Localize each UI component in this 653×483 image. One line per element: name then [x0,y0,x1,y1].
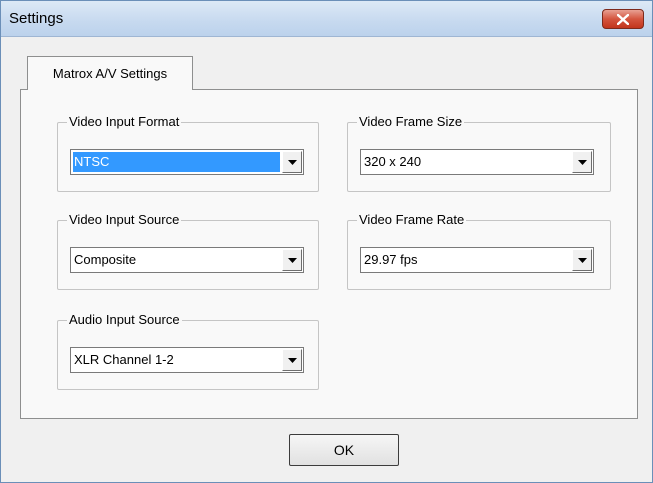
video-frame-size-group: Video Frame Size 320 x 240 [347,114,611,192]
video-frame-size-select[interactable]: 320 x 240 [360,149,594,175]
audio-input-source-value: XLR Channel 1-2 [74,352,174,367]
video-input-source-group: Video Input Source Composite [57,212,319,290]
ok-button[interactable]: OK [289,434,399,466]
video-frame-rate-select[interactable]: 29.97 fps [360,247,594,273]
video-input-format-group: Video Input Format NTSC [57,114,319,192]
audio-input-source-select[interactable]: XLR Channel 1-2 [70,347,304,373]
video-frame-size-value: 320 x 240 [364,154,422,169]
video-input-source-label: Video Input Source [67,212,182,228]
chevron-down-icon[interactable] [282,349,302,371]
video-frame-rate-value: 29.97 fps [364,252,418,267]
video-frame-rate-label: Video Frame Rate [357,212,467,228]
video-input-format-select[interactable]: NTSC [70,149,304,175]
audio-input-source-group: Audio Input Source XLR Channel 1-2 [57,312,319,390]
video-frame-rate-group: Video Frame Rate 29.97 fps [347,212,611,290]
close-button[interactable] [602,9,644,29]
chevron-down-icon[interactable] [572,249,592,271]
close-x-icon [617,13,629,25]
video-input-format-label: Video Input Format [67,114,182,130]
chevron-down-icon[interactable] [282,249,302,271]
tab-label: Matrox A/V Settings [52,66,168,81]
tab-panel: Video Input Format NTSC Video Frame Size… [20,89,638,419]
audio-input-source-label: Audio Input Source [67,312,182,328]
video-input-format-value: NTSC [73,152,280,172]
tab-matrox-av-settings[interactable]: Matrox A/V Settings [27,56,193,90]
video-input-source-select[interactable]: Composite [70,247,304,273]
window-title: Settings [9,10,64,27]
title-bar[interactable]: Settings [1,1,652,37]
chevron-down-icon[interactable] [282,151,302,173]
video-frame-size-label: Video Frame Size [357,114,465,130]
settings-dialog: Settings Matrox A/V Settings Video Input… [0,0,653,483]
video-input-source-value: Composite [74,252,137,267]
chevron-down-icon[interactable] [572,151,592,173]
